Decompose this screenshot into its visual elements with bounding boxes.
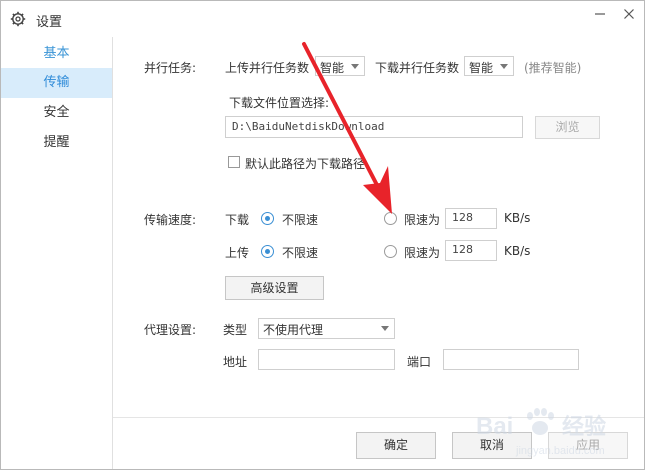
default-path-label: 默认此路径为下载路径: [245, 157, 366, 171]
download-limit-input[interactable]: 128: [445, 208, 497, 229]
download-limit-label: 限速为: [404, 213, 441, 227]
download-unlimited-radio[interactable]: [261, 212, 274, 225]
baidu-watermark-icon: Bai 经验 jingyan.baidu.com: [476, 408, 606, 457]
settings-window: 设置 基本 传输 安全 提醒 并行任务: 上传并行任务数 智能 下载并行任务数 …: [0, 0, 645, 470]
sidebar-item-transfer[interactable]: 传输: [1, 68, 112, 98]
ok-button[interactable]: 确定: [356, 432, 436, 459]
proxy-address-input[interactable]: [258, 349, 395, 370]
svg-text:jingyan.baidu.com: jingyan.baidu.com: [515, 445, 605, 457]
chevron-down-icon: [381, 326, 389, 331]
proxy-address-label: 地址: [223, 355, 248, 369]
window-title: 设置: [36, 15, 63, 30]
download-speed-label: 下载: [225, 213, 250, 227]
upload-limit-input[interactable]: 128: [445, 240, 497, 261]
upload-parallel-label: 上传并行任务数: [225, 61, 310, 75]
proxy-type-label: 类型: [223, 323, 248, 337]
close-icon: [624, 9, 634, 19]
title-bar: 设置: [1, 1, 644, 37]
svg-text:Bai: Bai: [476, 413, 513, 440]
download-path-field[interactable]: D:\BaiduNetdiskDownload: [225, 116, 523, 138]
browse-button[interactable]: 浏览: [535, 116, 600, 139]
upload-parallel-select[interactable]: 智能: [315, 56, 365, 76]
gear-icon: [10, 11, 26, 27]
parallel-tasks-label: 并行任务:: [144, 61, 197, 75]
proxy-settings-label: 代理设置:: [144, 323, 197, 337]
upload-parallel-value: 智能: [320, 61, 345, 75]
proxy-port-input[interactable]: [443, 349, 579, 370]
download-limit-radio[interactable]: [384, 212, 397, 225]
proxy-type-value: 不使用代理: [263, 323, 324, 337]
download-unlimited-label: 不限速: [282, 213, 319, 227]
upload-unit-label: KB/s: [504, 244, 531, 258]
proxy-port-label: 端口: [407, 355, 432, 369]
parallel-hint: (推荐智能): [524, 61, 582, 75]
download-parallel-value: 智能: [469, 61, 494, 75]
upload-limit-radio[interactable]: [384, 245, 397, 258]
upload-unlimited-label: 不限速: [282, 246, 319, 260]
download-location-label: 下载文件位置选择:: [229, 96, 330, 110]
sidebar-item-reminder[interactable]: 提醒: [1, 128, 112, 158]
sidebar-item-basic[interactable]: 基本: [1, 39, 112, 69]
upload-limit-label: 限速为: [404, 246, 441, 260]
advanced-settings-button[interactable]: 高级设置: [225, 276, 324, 300]
sidebar-item-security[interactable]: 安全: [1, 98, 112, 128]
download-parallel-select[interactable]: 智能: [464, 56, 514, 76]
minimize-icon: [595, 13, 605, 15]
transfer-speed-label: 传输速度:: [144, 213, 197, 227]
chevron-down-icon: [500, 64, 508, 69]
proxy-type-select[interactable]: 不使用代理: [258, 318, 395, 339]
upload-unlimited-radio[interactable]: [261, 245, 274, 258]
close-button[interactable]: [614, 3, 644, 25]
download-parallel-label: 下载并行任务数: [375, 61, 460, 75]
download-unit-label: KB/s: [504, 211, 531, 225]
svg-text:经验: 经验: [562, 414, 606, 439]
upload-speed-label: 上传: [225, 246, 250, 260]
minimize-button[interactable]: [585, 3, 615, 25]
chevron-down-icon: [351, 64, 359, 69]
settings-sidebar: 基本 传输 安全 提醒: [1, 37, 113, 469]
default-path-checkbox[interactable]: [228, 156, 240, 168]
